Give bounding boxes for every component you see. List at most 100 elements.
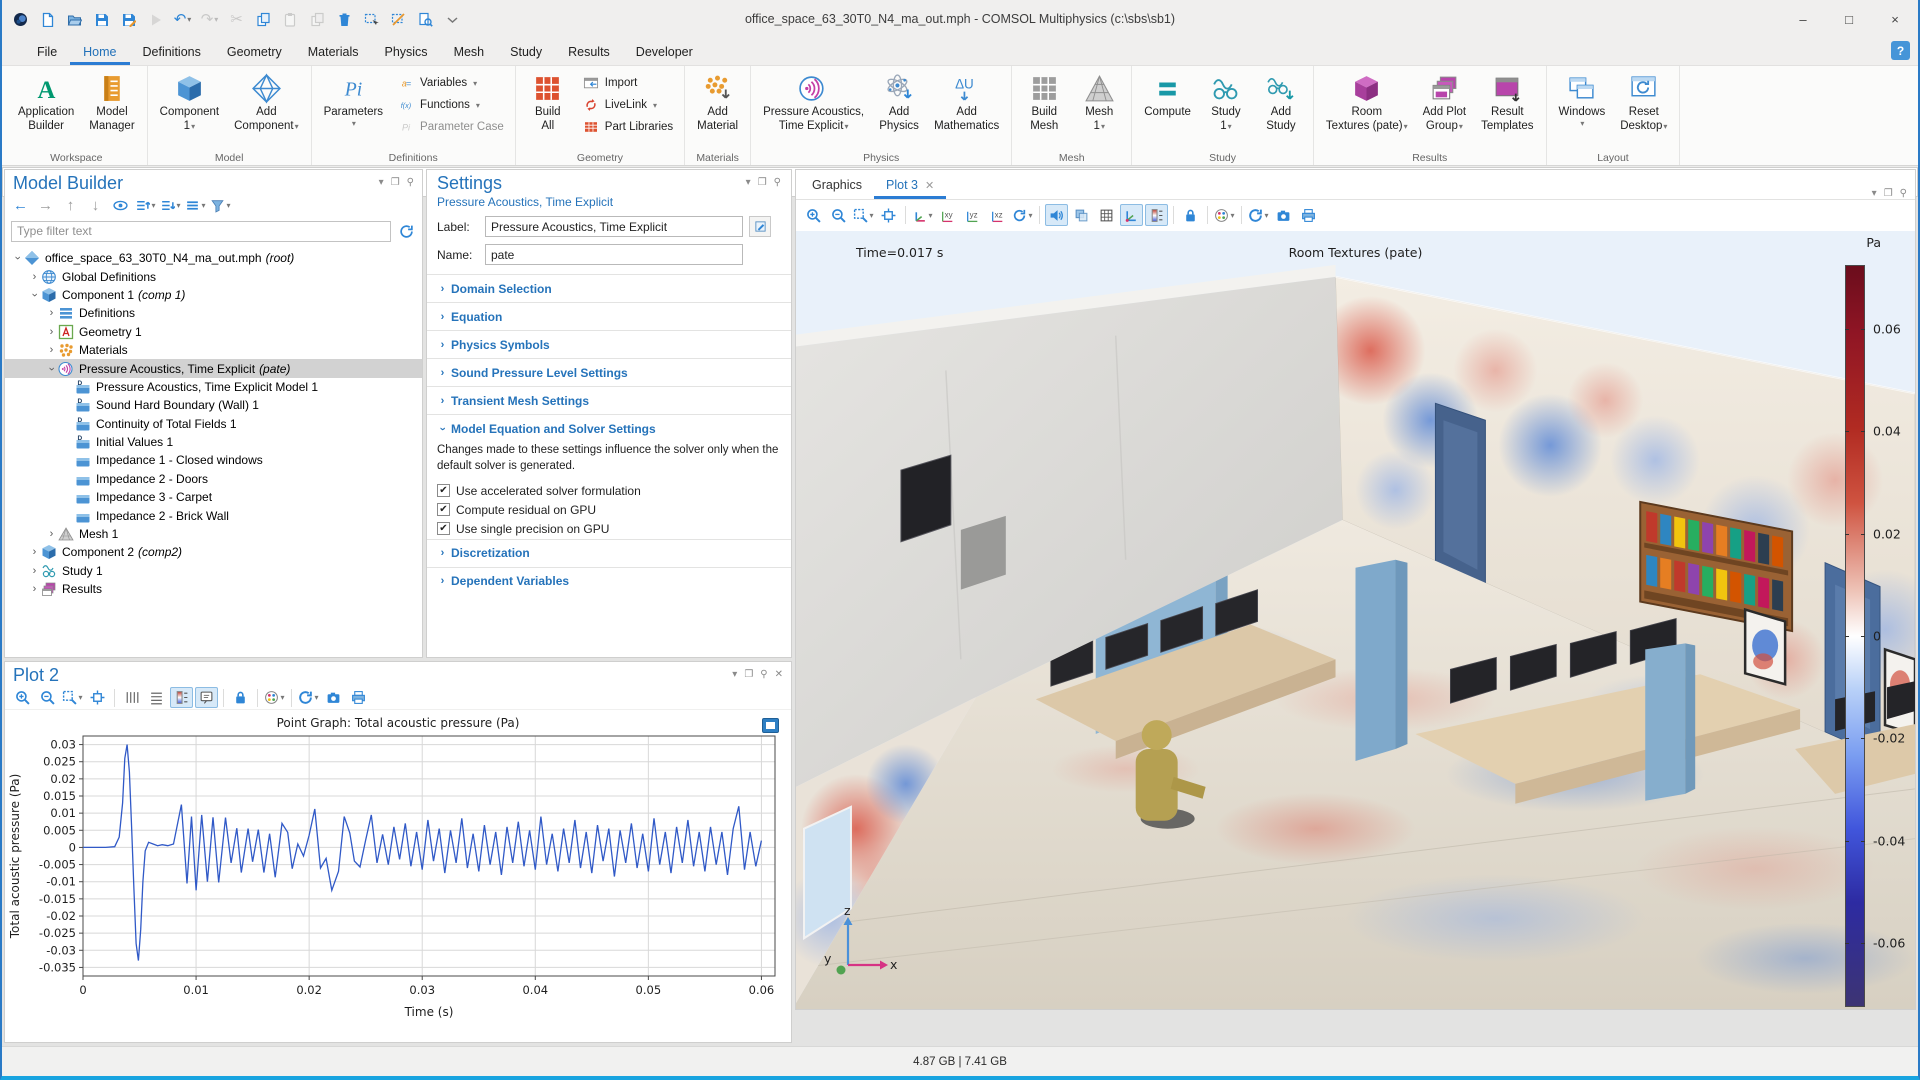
- pin-icon[interactable]: ⚲: [760, 669, 767, 680]
- label-field[interactable]: [485, 216, 743, 237]
- zoom-box-icon[interactable]: ▾: [61, 687, 84, 708]
- x-grid-icon[interactable]: [120, 687, 143, 708]
- annotations-icon[interactable]: [195, 687, 218, 708]
- tree-item-pressure-acoustics-time-explicit-model-1[interactable]: D Pressure Acoustics, Time Explicit Model…: [5, 378, 422, 396]
- transparency-icon[interactable]: [1070, 204, 1093, 226]
- default-view-icon[interactable]: ▾: [911, 204, 934, 226]
- dropdown-icon[interactable]: ▾: [732, 669, 737, 680]
- up-icon[interactable]: ↑: [59, 195, 82, 215]
- tree-item-component-2[interactable]: › Component 2 (comp2): [5, 543, 422, 561]
- add-physics-button[interactable]: Add Physics: [872, 69, 926, 133]
- tree-expander-icon[interactable]: ›: [28, 583, 41, 595]
- float-icon[interactable]: ❐: [391, 177, 400, 188]
- menu-geometry[interactable]: Geometry: [214, 40, 295, 65]
- color-legend-icon[interactable]: [170, 687, 193, 708]
- color-legend-icon[interactable]: [1145, 204, 1168, 226]
- deselect-box-icon[interactable]: [386, 6, 411, 32]
- move-down-icon[interactable]: ▾: [159, 195, 182, 215]
- view-xz-icon[interactable]: xz: [986, 204, 1009, 226]
- section-domain-selection[interactable]: › Domain Selection: [427, 274, 791, 302]
- plot-refresh-icon[interactable]: ▾: [297, 687, 320, 708]
- part-libraries-button[interactable]: Part Libraries: [576, 116, 679, 138]
- delete-icon[interactable]: [332, 6, 357, 32]
- filter-icon[interactable]: ▾: [209, 195, 232, 215]
- zoom-out-icon[interactable]: [827, 204, 850, 226]
- play-icon[interactable]: [143, 6, 168, 32]
- name-field[interactable]: [485, 244, 743, 265]
- rotate-icon[interactable]: ▾: [1011, 204, 1034, 226]
- tree-item-mesh-1[interactable]: › Mesh 1: [5, 525, 422, 543]
- snapshot-icon[interactable]: [322, 687, 345, 708]
- mesh-1-button[interactable]: Mesh 1▾: [1072, 69, 1126, 133]
- lock-icon[interactable]: [229, 687, 252, 708]
- zoom-extents-icon[interactable]: [877, 204, 900, 226]
- lock-icon[interactable]: [1179, 204, 1202, 226]
- show-icon[interactable]: [109, 195, 132, 215]
- tree-item-initial-values-1[interactable]: D Initial Values 1: [5, 433, 422, 451]
- sound-icon[interactable]: [1045, 204, 1068, 226]
- print-icon[interactable]: [1297, 204, 1320, 226]
- close-icon[interactable]: ✕: [775, 669, 783, 680]
- room-textures-pate-button[interactable]: Room Textures (pate)▾: [1319, 69, 1415, 133]
- tree-item-geometry-1[interactable]: › Geometry 1: [5, 323, 422, 341]
- tree-item-results[interactable]: › Results: [5, 580, 422, 598]
- functions-button[interactable]: f(x) Functions ▾: [391, 94, 510, 116]
- compute-button[interactable]: Compute: [1137, 69, 1198, 119]
- tree-item-global-definitions[interactable]: › Global Definitions: [5, 267, 422, 285]
- variables-button[interactable]: a = Variables ▾: [391, 72, 510, 94]
- component-1-button[interactable]: Component 1▾: [153, 69, 226, 133]
- section-physics-symbols[interactable]: › Physics Symbols: [427, 330, 791, 358]
- section-model-equation-and-solver-settings[interactable]: › Model Equation and Solver Settings: [427, 414, 791, 442]
- tree-item-impedance-2-doors[interactable]: Impedance 2 - Doors: [5, 470, 422, 488]
- save-icon[interactable]: [89, 6, 114, 32]
- tree-item-materials[interactable]: › Materials: [5, 341, 422, 359]
- dropdown-icon[interactable]: ▾: [746, 177, 751, 188]
- reset-desktop-button[interactable]: Reset Desktop▾: [1613, 69, 1674, 133]
- pin-icon[interactable]: ⚲: [1900, 188, 1907, 199]
- help-button[interactable]: ?: [1891, 41, 1910, 60]
- 3d-scene[interactable]: Time=0.017 s Room Textures (pate) Pa 0.0…: [796, 231, 1915, 1009]
- zoom-in-icon[interactable]: [11, 687, 34, 708]
- add-mathematics-button[interactable]: ΔU Add Mathematics: [927, 69, 1006, 133]
- more-icon[interactable]: [440, 6, 465, 32]
- menu-developer[interactable]: Developer: [623, 40, 706, 65]
- float-icon[interactable]: ❐: [758, 177, 767, 188]
- maximize-button[interactable]: □: [1826, 0, 1872, 38]
- add-plot-group-button[interactable]: Add Plot Group▾: [1416, 69, 1473, 133]
- view-xy-icon[interactable]: xy: [936, 204, 959, 226]
- section-dependent-variables[interactable]: › Dependent Variables: [427, 566, 791, 595]
- cut-icon[interactable]: ✂: [224, 6, 249, 32]
- menu-materials[interactable]: Materials: [295, 40, 372, 65]
- menu-physics[interactable]: Physics: [371, 40, 440, 65]
- tree-expander-icon[interactable]: ›: [28, 546, 41, 558]
- tree-item-impedance-1-closed-windows[interactable]: Impedance 1 - Closed windows: [5, 451, 422, 469]
- add-component-button[interactable]: Add Component▾: [227, 69, 305, 133]
- close-button[interactable]: ×: [1872, 0, 1918, 38]
- image-settings-icon[interactable]: ▾: [1213, 204, 1236, 226]
- plot-source-icon[interactable]: [762, 718, 779, 733]
- tab-plot-3[interactable]: Plot 3 ✕: [874, 172, 947, 199]
- filter-input[interactable]: [11, 220, 391, 242]
- pin-icon[interactable]: ⚲: [774, 177, 781, 188]
- tree-expander-icon[interactable]: ›: [45, 307, 58, 319]
- add-study-button[interactable]: Add Study: [1254, 69, 1308, 133]
- save-as-icon[interactable]: [116, 6, 141, 32]
- tree-item-definitions[interactable]: › Definitions: [5, 304, 422, 322]
- zoom-extents-icon[interactable]: [86, 687, 109, 708]
- tree-item-pressure-acoustics-time-explicit[interactable]: › Pressure Acoustics, Time Explicit (pate): [5, 359, 422, 378]
- copy-icon[interactable]: [251, 6, 276, 32]
- collapse-icon[interactable]: ▾: [184, 195, 207, 215]
- zoom-in-icon[interactable]: [802, 204, 825, 226]
- pin-icon[interactable]: ⚲: [407, 177, 414, 188]
- float-icon[interactable]: ❐: [744, 669, 753, 680]
- tree-expander-icon[interactable]: ›: [29, 288, 41, 301]
- tree-item-impedance-2-brick-wall[interactable]: Impedance 2 - Brick Wall: [5, 506, 422, 524]
- dropdown-icon[interactable]: ▾: [379, 177, 384, 188]
- tree-expander-icon[interactable]: ›: [45, 326, 58, 338]
- wireframe-icon[interactable]: [1095, 204, 1118, 226]
- snapshot-icon[interactable]: [1272, 204, 1295, 226]
- section-equation[interactable]: › Equation: [427, 302, 791, 330]
- select-box-icon[interactable]: [359, 6, 384, 32]
- add-material-button[interactable]: Add Material: [690, 69, 745, 133]
- section-transient-mesh-settings[interactable]: › Transient Mesh Settings: [427, 386, 791, 414]
